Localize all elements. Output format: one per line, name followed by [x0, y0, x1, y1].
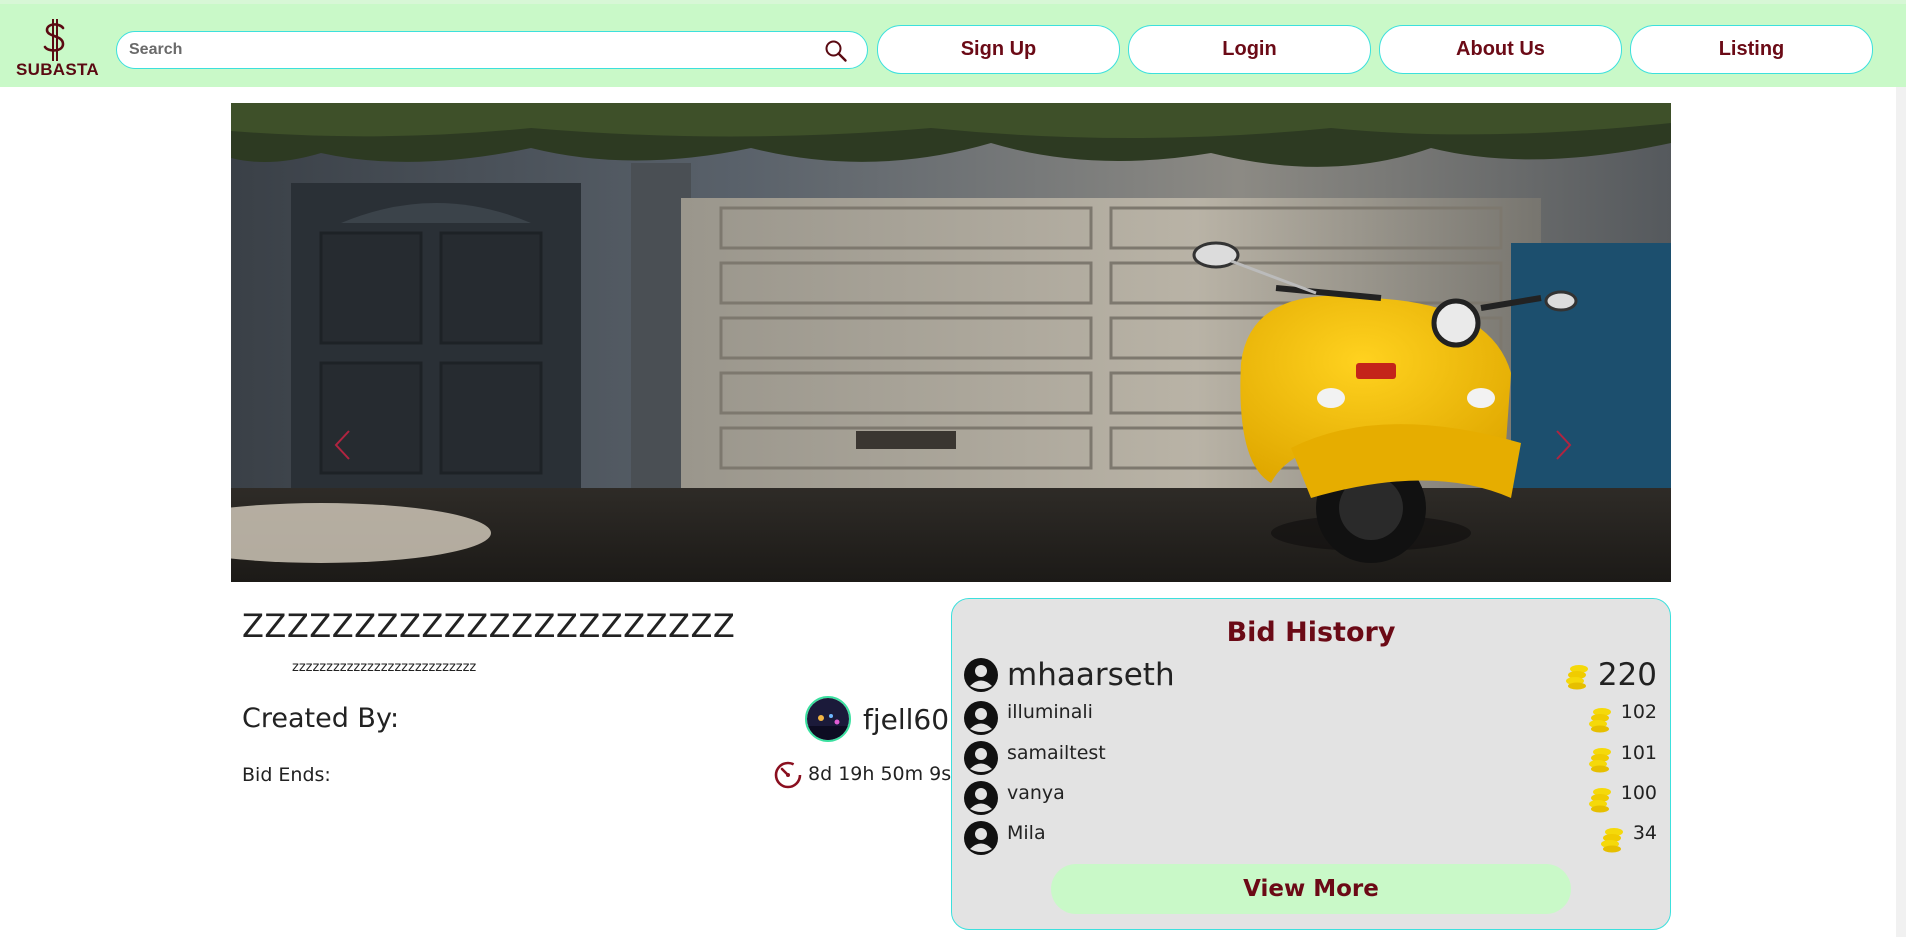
countdown-text: 8d 19h 50m 9s [808, 763, 952, 785]
bid-amount: 220 [1597, 657, 1657, 693]
bid-history-panel: Bid History mhaarseth 220 illuminali 102… [951, 598, 1671, 930]
bid-amount: 101 [1620, 742, 1657, 764]
bid-ends-label: Bid Ends: [242, 764, 331, 786]
coins-icon [1588, 708, 1611, 733]
item-description: zzzzzzzzzzzzzzzzzzzzzzzzzzz [292, 660, 477, 675]
listing-button[interactable]: Listing [1630, 25, 1873, 74]
image-carousel [231, 103, 1671, 582]
coins-icon [1588, 748, 1611, 773]
list-item: Mila 34 [963, 819, 1657, 857]
scrollbar[interactable] [1896, 87, 1906, 937]
coins-icon [1565, 665, 1588, 690]
bid-user-name: mhaarseth [1007, 657, 1175, 693]
bid-amount: 34 [1632, 822, 1657, 844]
bid-user-name: Mila [1007, 822, 1046, 844]
countdown: 8d 19h 50m 9s [773, 758, 951, 790]
logo[interactable]: SUBASTA [12, 16, 100, 82]
search-icon[interactable] [823, 38, 849, 64]
created-by-label: Created By: [242, 703, 400, 734]
creator-name: fjell60 [863, 702, 950, 736]
chevron-left-icon[interactable] [329, 425, 355, 465]
bid-amount: 100 [1620, 782, 1657, 804]
creator[interactable]: fjell60 [805, 695, 949, 743]
bid-amount: 102 [1620, 701, 1657, 723]
user-icon [964, 821, 998, 855]
user-icon [964, 658, 998, 692]
navbar: SUBASTA Sign Up Login About Us Listing [0, 0, 1906, 87]
user-icon [964, 701, 998, 735]
chevron-right-icon[interactable] [1551, 425, 1577, 465]
listing-photo [231, 103, 1671, 582]
timer-icon [774, 761, 802, 789]
list-item: mhaarseth 220 [963, 654, 1657, 696]
list-item: samailtest 101 [963, 739, 1657, 777]
bid-user-name: vanya [1007, 782, 1065, 804]
signup-button[interactable]: Sign Up [877, 25, 1120, 74]
item-title: ZZZZZZZZZZZZZZZZZZZZZZ [242, 607, 736, 645]
bid-user-name: illuminali [1007, 701, 1093, 723]
dollar-logo-icon [43, 19, 65, 61]
user-icon [964, 741, 998, 775]
bid-history-title: Bid History [1226, 617, 1396, 648]
view-more-button[interactable]: View More [1051, 864, 1571, 914]
coins-icon [1600, 828, 1623, 853]
search-input[interactable] [129, 38, 809, 62]
user-icon [964, 781, 998, 815]
login-button[interactable]: Login [1128, 25, 1371, 74]
avatar [805, 696, 851, 742]
list-item: illuminali 102 [963, 699, 1657, 737]
coins-icon [1588, 788, 1611, 813]
logo-text: SUBASTA [16, 60, 100, 79]
list-item: vanya 100 [963, 779, 1657, 817]
about-us-button[interactable]: About Us [1379, 25, 1622, 74]
search-bar [116, 31, 868, 69]
bid-user-name: samailtest [1007, 742, 1106, 764]
